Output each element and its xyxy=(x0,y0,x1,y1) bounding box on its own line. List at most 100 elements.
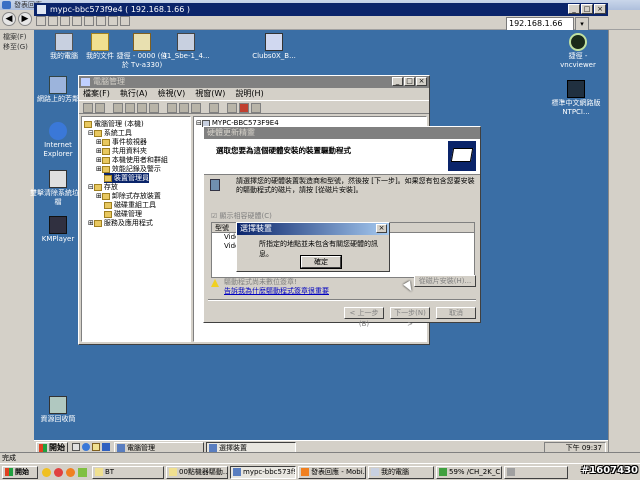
host-taskbar: 開始 BT 00點機器驅動... mypc-bbc573f9e... 發表回應 … xyxy=(0,463,640,480)
select-device-titlebar[interactable]: 選擇裝置 × xyxy=(237,223,389,235)
update-driver-icon[interactable] xyxy=(227,103,237,113)
quicklaunch-smiley-icon[interactable] xyxy=(42,468,51,477)
show-tree-icon[interactable] xyxy=(125,103,135,113)
forward-arrow-icon[interactable]: ▶ xyxy=(18,12,32,26)
warning-icon xyxy=(211,279,219,287)
toolbar-icon-4[interactable] xyxy=(72,16,82,26)
tree-item-services-apps[interactable]: ⊞ 服務及應用程式 xyxy=(88,218,153,228)
host-menu-goto[interactable]: 移至(G) xyxy=(3,42,28,52)
cm-menubar: 檔案(F) 執行(A) 檢視(V) 視窗(W) 說明(H) xyxy=(79,88,429,100)
cm-toolbar xyxy=(79,100,429,114)
address-dropdown-button[interactable]: ▾ xyxy=(575,17,589,31)
properties-icon[interactable] xyxy=(137,103,147,113)
cm-menu-view[interactable]: 檢視(V) xyxy=(158,88,186,100)
host-status-bar: 完成 xyxy=(0,452,640,463)
windows-flag-icon xyxy=(39,444,47,452)
device-icon xyxy=(209,444,217,452)
minimize-button[interactable]: _ xyxy=(568,4,580,14)
toolbar-icon-8[interactable] xyxy=(120,16,130,26)
compatible-hardware-checkbox[interactable]: ☑ 顯示相容硬體(C) xyxy=(211,211,272,221)
cm-close-button[interactable]: × xyxy=(416,77,427,86)
back-button[interactable]: < 上一步(B) xyxy=(344,307,384,328)
computer-icon xyxy=(371,468,379,476)
quicklaunch-icon-3[interactable] xyxy=(92,443,100,451)
quicklaunch-firefox-icon[interactable] xyxy=(66,468,75,477)
folder-icon xyxy=(91,33,109,51)
cm-tree-panel: 電腦管理 (本機) ⊟ 系統工具 ⊞ 事件檢視器 ⊞ 共用資料夾 ⊞ 本機使用者和群組 … xyxy=(81,116,191,342)
computer-management-icon xyxy=(81,78,90,86)
remote-window-titlebar[interactable]: mypc-bbc573f9e4 ( 192.168.1.66 ) _ □ × xyxy=(34,3,608,16)
address-input[interactable]: 192.168.1.66 xyxy=(506,17,574,31)
windows-flag-icon xyxy=(5,468,13,476)
hardware-wizard-icon xyxy=(448,141,476,171)
cm-menu-help[interactable]: 說明(H) xyxy=(235,88,263,100)
wizard-divider xyxy=(208,299,476,301)
back-icon[interactable] xyxy=(83,103,93,113)
desktop-icon-clubs0x[interactable]: Clubs0X_B... xyxy=(246,33,302,61)
toolbar-icon-6[interactable] xyxy=(96,16,106,26)
recycle-bin-icon xyxy=(49,396,67,414)
wizard-header-text: 選取您要為這個硬體安裝的裝置驅動程式 xyxy=(216,146,351,155)
host-task-mypc[interactable]: mypc-bbc573f9e... xyxy=(230,466,296,479)
computer-management-titlebar[interactable]: 電腦管理 _ □ × xyxy=(79,76,429,88)
forward-icon[interactable] xyxy=(95,103,105,113)
quicklaunch-icon-1[interactable] xyxy=(72,443,80,451)
next-button[interactable]: 下一步(N) > xyxy=(390,307,430,328)
have-disk-button[interactable]: 從磁片安裝(H)... xyxy=(414,275,476,287)
cancel-button[interactable]: 取消 xyxy=(436,307,476,319)
cm-menu-action[interactable]: 執行(A) xyxy=(120,88,148,100)
desktop-icon-recycle-bin[interactable]: 資源回收筒 xyxy=(30,396,86,424)
cm-menu-window[interactable]: 視窗(W) xyxy=(195,88,225,100)
remote-clock[interactable]: 下午 09:37 xyxy=(566,444,602,452)
toolbar-icon-3[interactable] xyxy=(60,16,70,26)
quicklaunch-icon-2[interactable] xyxy=(54,468,63,477)
quicklaunch-ie-icon[interactable] xyxy=(82,443,90,451)
toolbar-icon-2[interactable] xyxy=(48,16,58,26)
host-start-button[interactable]: 開始 xyxy=(2,466,38,479)
refresh-icon[interactable] xyxy=(167,103,177,113)
cm-minimize-button[interactable]: _ xyxy=(392,77,403,86)
host-task-blank[interactable] xyxy=(504,466,568,479)
wizard-titlebar[interactable]: 硬體更新精靈 xyxy=(204,127,480,139)
close-button[interactable]: × xyxy=(594,4,606,14)
folder-icon xyxy=(169,468,177,476)
cm-maximize-button[interactable]: □ xyxy=(404,77,415,86)
remote-desktop-icon xyxy=(233,468,241,476)
driver-signing-link[interactable]: 告訴我為什麼驅動程式簽章很重要 xyxy=(224,286,329,296)
wizard-header: 選取您要為這個硬體安裝的裝置驅動程式 xyxy=(204,139,480,175)
back-arrow-icon[interactable]: ◀ xyxy=(2,12,16,26)
help-icon[interactable] xyxy=(191,103,201,113)
up-icon[interactable] xyxy=(113,103,123,113)
desktop-icon-vncviewer[interactable]: 捷徑 - vncviewer xyxy=(550,33,606,70)
ok-button[interactable]: 確定 xyxy=(300,255,342,269)
download-icon xyxy=(439,468,447,476)
quicklaunch-icon-4[interactable] xyxy=(102,443,110,451)
internet-explorer-icon xyxy=(49,122,67,140)
network-computer-icon xyxy=(177,33,195,51)
host-task-bt[interactable]: BT xyxy=(92,466,164,479)
toolbar-icon-7[interactable] xyxy=(108,16,118,26)
dialog-close-button[interactable]: × xyxy=(376,224,387,233)
toolbar-icon-1[interactable] xyxy=(36,16,46,26)
host-task-download[interactable]: 59% /CH_2K_C... xyxy=(436,466,502,479)
cm-menu-file[interactable]: 檔案(F) xyxy=(83,88,110,100)
application-icon xyxy=(265,33,283,51)
computer-icon xyxy=(55,33,73,51)
quicklaunch-icon-4[interactable] xyxy=(78,468,87,477)
maximize-button[interactable]: □ xyxy=(581,4,593,14)
network-folder-icon xyxy=(133,33,151,51)
host-task-reply[interactable]: 發表回應 - Mobi... xyxy=(298,466,366,479)
scan-hardware-icon[interactable] xyxy=(209,103,219,113)
export-icon[interactable] xyxy=(179,103,189,113)
desktop-icon-ntpci[interactable]: 標準中文網路版 NTPCI... xyxy=(548,80,604,117)
host-menu-file[interactable]: 檔案(F) xyxy=(3,32,27,42)
wizard-instructions: 請選擇您的硬體裝置製造商和型號，然後按 [下一步]。如果您有包含您要安裝的驅動程… xyxy=(236,177,475,194)
remote-window-title: mypc-bbc573f9e4 ( 192.168.1.66 ) xyxy=(50,5,190,14)
desktop-icon-41-sbe[interactable]: 41_Sbe-1_4... xyxy=(158,33,214,61)
print-icon[interactable] xyxy=(149,103,159,113)
uninstall-icon[interactable] xyxy=(239,103,249,113)
host-task-drivers[interactable]: 00點機器驅動... xyxy=(166,466,228,479)
disable-icon[interactable] xyxy=(251,103,261,113)
host-task-my-computer[interactable]: 我的電腦 xyxy=(368,466,434,479)
toolbar-icon-5[interactable] xyxy=(84,16,94,26)
